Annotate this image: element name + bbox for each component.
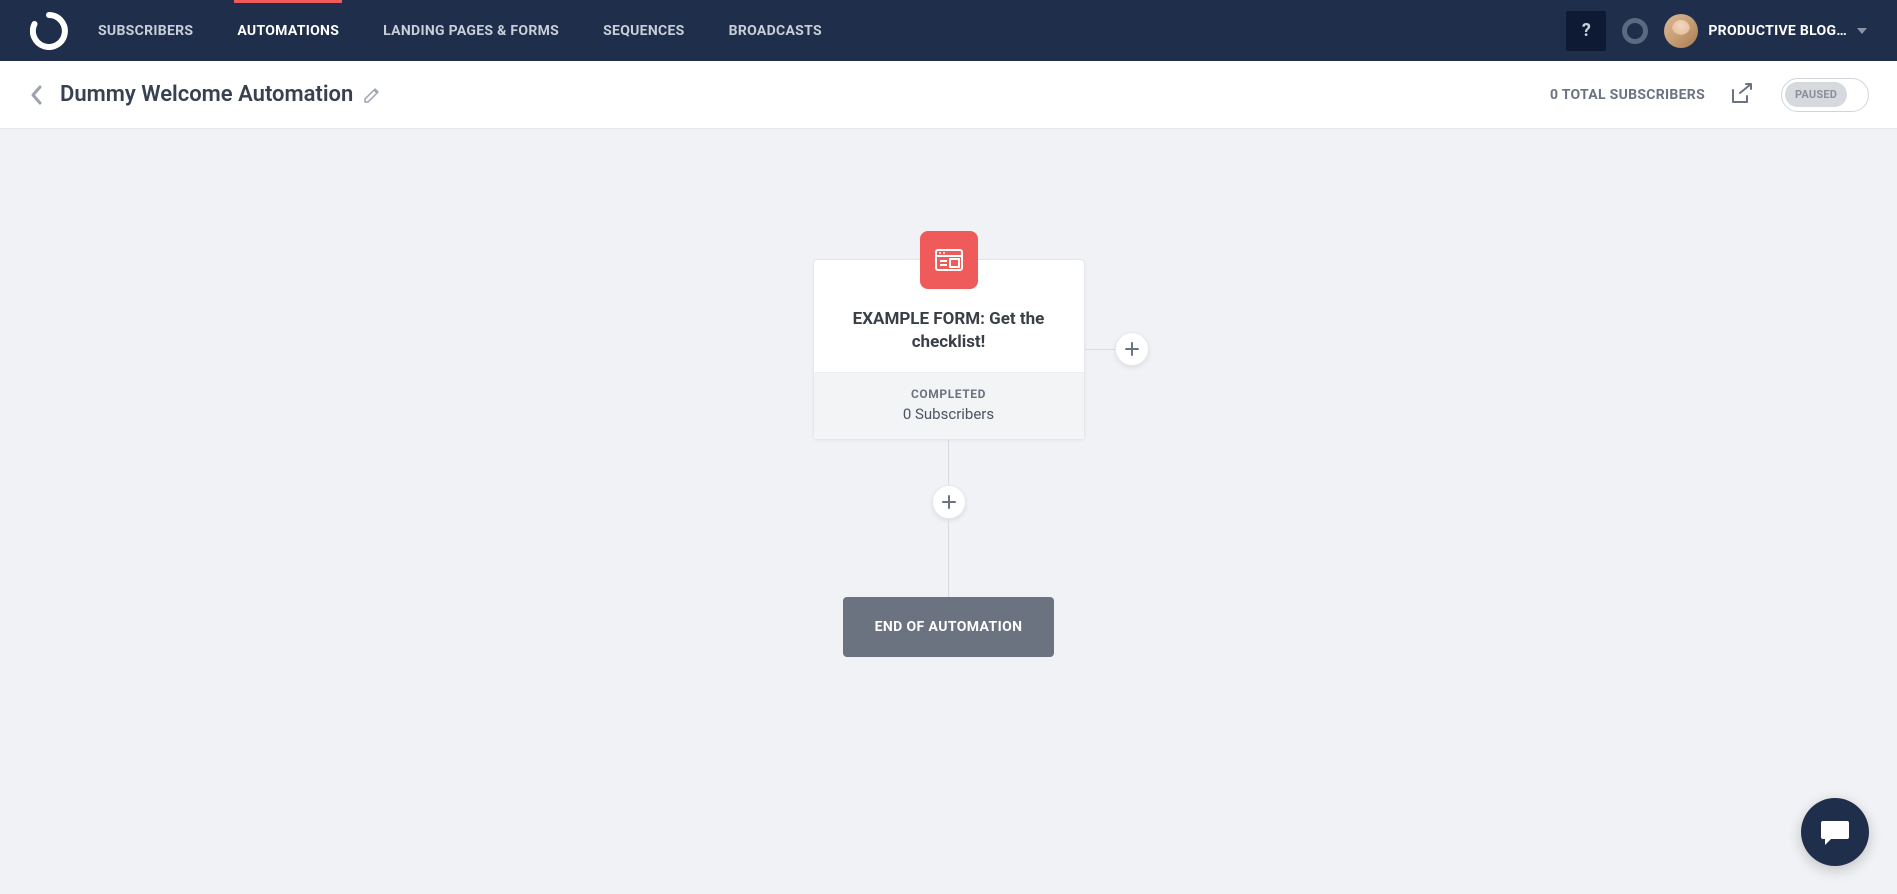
connector-line — [948, 440, 949, 485]
nav-items: SUBSCRIBERS AUTOMATIONS LANDING PAGES & … — [98, 0, 1566, 61]
page-header: Dummy Welcome Automation 0 TOTAL SUBSCRI… — [0, 61, 1897, 129]
edit-title-button[interactable] — [363, 86, 381, 104]
automation-canvas[interactable]: EXAMPLE FORM: Get the checklist! COMPLET… — [0, 129, 1897, 894]
end-of-automation: END OF AUTOMATION — [843, 597, 1055, 657]
status-indicator-icon[interactable] — [1622, 18, 1648, 44]
nav-broadcasts[interactable]: BROADCASTS — [729, 0, 822, 61]
page-title: Dummy Welcome Automation — [60, 82, 353, 107]
node-wrapper: EXAMPLE FORM: Get the checklist! COMPLET… — [813, 259, 1085, 440]
nav-automations[interactable]: AUTOMATIONS — [237, 0, 339, 61]
form-node[interactable]: EXAMPLE FORM: Get the checklist! COMPLET… — [813, 259, 1085, 440]
share-button[interactable] — [1729, 80, 1757, 110]
nav-landing-pages-forms[interactable]: LANDING PAGES & FORMS — [383, 0, 559, 61]
top-nav: SUBSCRIBERS AUTOMATIONS LANDING PAGES & … — [0, 0, 1897, 61]
add-trigger-side — [1085, 332, 1149, 366]
connector-line — [1085, 349, 1115, 350]
back-button[interactable] — [28, 86, 46, 104]
node-title: EXAMPLE FORM: Get the checklist! — [814, 308, 1084, 372]
status-toggle[interactable]: PAUSED — [1781, 78, 1869, 112]
nav-right: ? PRODUCTIVE BLOG… — [1566, 11, 1867, 51]
nav-sequences[interactable]: SEQUENCES — [603, 0, 684, 61]
canvas-content: EXAMPLE FORM: Get the checklist! COMPLET… — [813, 259, 1085, 657]
node-footer: COMPLETED 0 Subscribers — [814, 372, 1084, 439]
add-step-button[interactable] — [932, 485, 966, 519]
nav-subscribers[interactable]: SUBSCRIBERS — [98, 0, 193, 61]
account-menu[interactable]: PRODUCTIVE BLOG… — [1664, 14, 1867, 48]
chat-button[interactable] — [1801, 798, 1869, 866]
node-status: COMPLETED — [814, 387, 1084, 401]
total-subscribers-label: 0 TOTAL SUBSCRIBERS — [1550, 87, 1705, 103]
avatar — [1664, 14, 1698, 48]
node-subscribers: 0 Subscribers — [814, 405, 1084, 423]
account-name: PRODUCTIVE BLOG… — [1708, 23, 1847, 39]
logo[interactable] — [30, 12, 68, 50]
help-button[interactable]: ? — [1566, 11, 1606, 51]
status-toggle-label: PAUSED — [1785, 82, 1847, 107]
connector-line — [948, 519, 949, 597]
chevron-down-icon — [1857, 28, 1867, 34]
form-icon — [920, 231, 978, 289]
add-trigger-button[interactable] — [1115, 332, 1149, 366]
